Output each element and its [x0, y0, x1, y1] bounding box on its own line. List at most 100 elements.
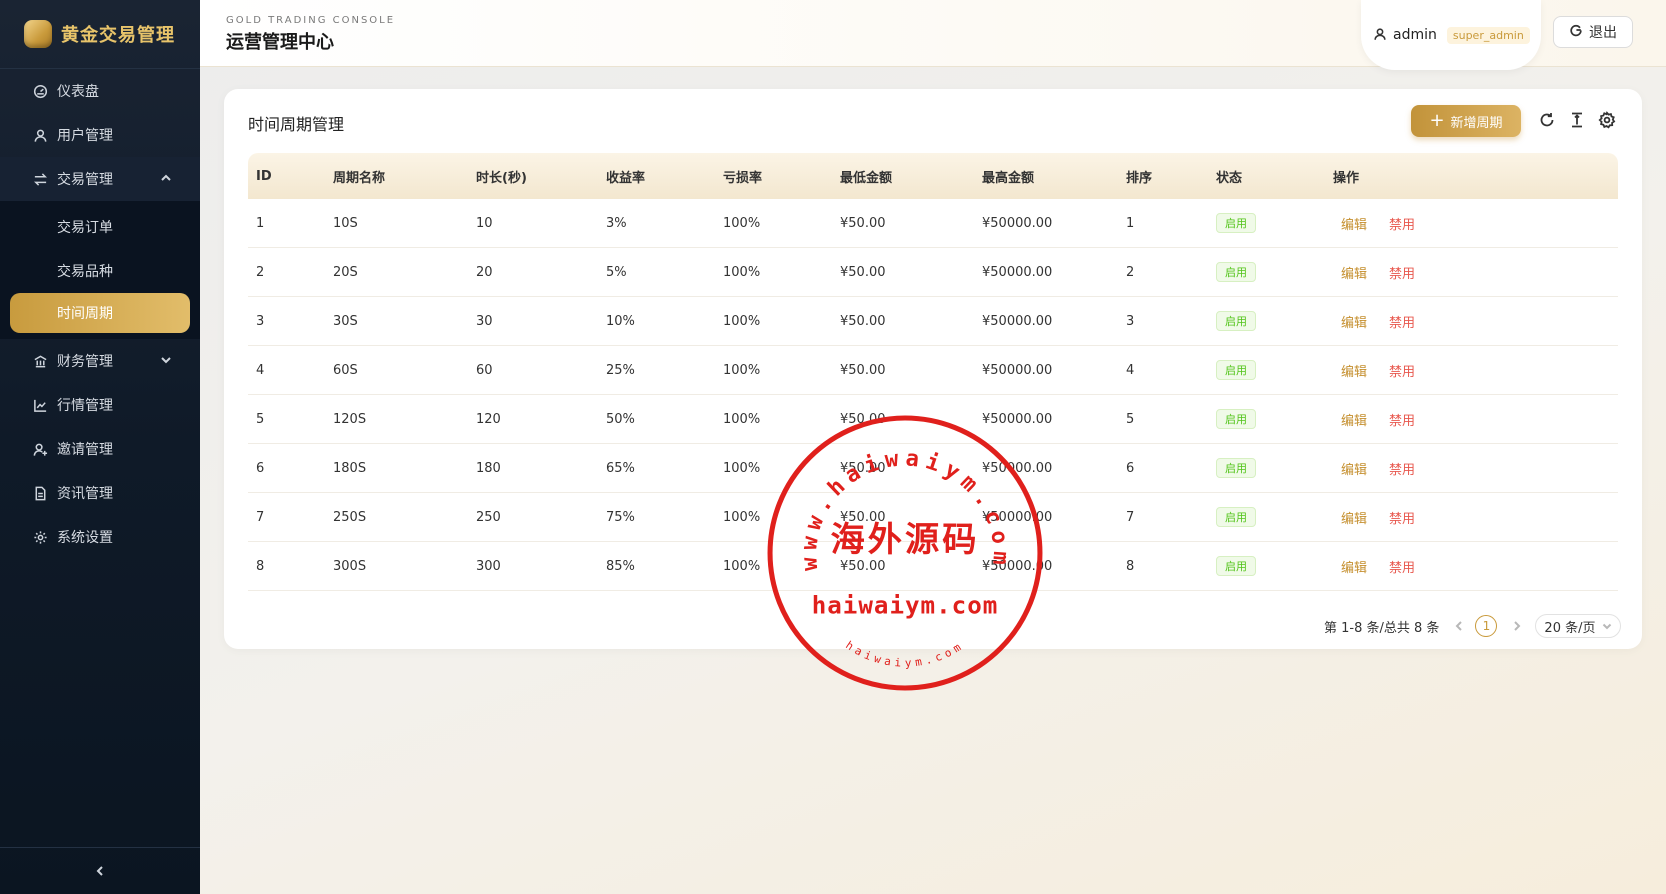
cell-max: ¥50000.00 — [974, 541, 1118, 591]
disable-link[interactable]: 禁用 — [1389, 316, 1415, 331]
cell-duration: 10 — [468, 199, 598, 248]
cell-loss: 100% — [715, 541, 832, 591]
invite-icon — [32, 441, 48, 457]
column-header-profit[interactable]: 收益率 — [598, 153, 715, 199]
cell-loss: 100% — [715, 394, 832, 444]
disable-link[interactable]: 禁用 — [1389, 414, 1415, 429]
cell-loss: 100% — [715, 443, 832, 493]
cell-min: ¥50.00 — [832, 443, 974, 493]
column-height-icon[interactable] — [1568, 111, 1586, 129]
collapse-sidebar-button[interactable] — [0, 847, 200, 894]
status-badge: 启用 — [1216, 556, 1256, 576]
disable-link[interactable]: 禁用 — [1389, 512, 1415, 527]
cell-status: 启用 — [1208, 345, 1325, 395]
table-row: 1 10S 10 3% 100% ¥50.00 ¥50000.00 1 启用 编辑 禁用 — [248, 199, 1618, 248]
sidebar-item-dashboard[interactable]: 仪表盘 — [0, 69, 200, 113]
role-badge: super_admin — [1446, 26, 1530, 44]
cell-loss: 100% — [715, 199, 832, 248]
cell-min: ¥50.00 — [832, 345, 974, 395]
sidebar-item-market[interactable]: 行情管理 — [0, 383, 200, 427]
sidebar-item-time-period[interactable]: 时间周期 — [10, 293, 190, 333]
table-row: 5 120S 120 50% 100% ¥50.00 ¥50000.00 5 启用 编辑 禁用 — [248, 394, 1618, 444]
sidebar-item-label: 仪表盘 — [57, 84, 99, 100]
cell-status: 启用 — [1208, 443, 1325, 493]
column-header-min[interactable]: 最低金额 — [832, 153, 974, 199]
cell-actions: 编辑 禁用 — [1325, 541, 1618, 591]
cell-name: 10S — [325, 199, 468, 248]
cell-profit: 5% — [598, 247, 715, 297]
table-row: 3 30S 30 10% 100% ¥50.00 ¥50000.00 3 启用 编辑 禁用 — [248, 296, 1618, 346]
disable-link[interactable]: 禁用 — [1389, 365, 1415, 380]
cell-name: 60S — [325, 345, 468, 395]
sidebar-menu-lower: 财务管理 行情管理 邀请管理 资讯管理 系统设置 — [0, 339, 200, 559]
logout-icon — [1569, 23, 1589, 41]
column-header-max[interactable]: 最高金额 — [974, 153, 1118, 199]
page-size-select[interactable]: 20 条/页 — [1535, 614, 1622, 638]
edit-link[interactable]: 编辑 — [1341, 414, 1367, 429]
page-number-current[interactable]: 1 — [1475, 615, 1498, 637]
column-header-loss[interactable]: 亏损率 — [715, 153, 832, 199]
cell-name: 120S — [325, 394, 468, 444]
disable-link[interactable]: 禁用 — [1389, 463, 1415, 478]
edit-link[interactable]: 编辑 — [1341, 267, 1367, 282]
logout-button[interactable]: 退出 — [1553, 16, 1633, 48]
edit-link[interactable]: 编辑 — [1341, 316, 1367, 331]
cell-sort: 5 — [1118, 394, 1208, 444]
cell-duration: 300 — [468, 541, 598, 591]
top-header: GOLD TRADING CONSOLE 运营管理中心 admin super_… — [200, 0, 1666, 70]
edit-link[interactable]: 编辑 — [1341, 561, 1367, 576]
sidebar-item-invite[interactable]: 邀请管理 — [0, 427, 200, 471]
refresh-icon[interactable] — [1538, 111, 1556, 129]
sidebar-item-trade-products[interactable]: 交易品种 — [0, 249, 200, 293]
disable-link[interactable]: 禁用 — [1389, 267, 1415, 282]
status-badge: 启用 — [1216, 507, 1256, 527]
column-header-status[interactable]: 状态 — [1208, 153, 1325, 199]
sidebar-item-trade[interactable]: 交易管理 — [0, 157, 200, 201]
settings-icon[interactable] — [1598, 111, 1616, 129]
cell-duration: 180 — [468, 443, 598, 493]
edit-link[interactable]: 编辑 — [1341, 365, 1367, 380]
cell-actions: 编辑 禁用 — [1325, 443, 1618, 493]
prev-page-icon[interactable] — [1453, 620, 1465, 632]
column-header-duration[interactable]: 时长(秒) — [468, 153, 598, 199]
cell-profit: 10% — [598, 296, 715, 346]
cell-name: 20S — [325, 247, 468, 297]
cell-duration: 30 — [468, 296, 598, 346]
sidebar-item-label: 邀请管理 — [57, 442, 113, 458]
user-name: admin — [1393, 27, 1437, 43]
disable-link[interactable]: 禁用 — [1389, 218, 1415, 233]
cell-sort: 4 — [1118, 345, 1208, 395]
chevron-up-icon — [160, 172, 172, 184]
bank-icon — [32, 353, 48, 369]
cell-profit: 3% — [598, 199, 715, 248]
table-row: 7 250S 250 75% 100% ¥50.00 ¥50000.00 7 启用 编辑 禁用 — [248, 492, 1618, 542]
line-chart-icon — [32, 397, 48, 413]
sidebar-item-trade-orders[interactable]: 交易订单 — [0, 205, 200, 249]
swap-icon — [32, 171, 48, 187]
user-menu[interactable]: admin super_admin — [1361, 0, 1541, 70]
cell-min: ¥50.00 — [832, 394, 974, 444]
add-period-button[interactable]: + 新增周期 — [1411, 105, 1521, 137]
next-page-icon[interactable] — [1511, 620, 1523, 632]
column-header-name[interactable]: 周期名称 — [325, 153, 468, 199]
sidebar-item-label: 用户管理 — [57, 128, 113, 144]
sidebar-item-news[interactable]: 资讯管理 — [0, 471, 200, 515]
cell-loss: 100% — [715, 247, 832, 297]
edit-link[interactable]: 编辑 — [1341, 512, 1367, 527]
disable-link[interactable]: 禁用 — [1389, 561, 1415, 576]
sidebar-menu: 仪表盘 用户管理 交易管理 — [0, 69, 200, 201]
column-header-sort[interactable]: 排序 — [1118, 153, 1208, 199]
sidebar-item-users[interactable]: 用户管理 — [0, 113, 200, 157]
sidebar-item-settings[interactable]: 系统设置 — [0, 515, 200, 559]
chevron-left-icon — [94, 862, 106, 881]
cell-sort: 2 — [1118, 247, 1208, 297]
sidebar-item-label: 交易管理 — [57, 172, 113, 188]
cell-id: 6 — [248, 443, 325, 493]
column-header-id[interactable]: ID — [248, 153, 325, 199]
time-period-card: 时间周期管理 + 新增周期 ID 周期名称 时长(秒) 收益率 亏损率 最低金额… — [224, 89, 1642, 649]
cell-id: 3 — [248, 296, 325, 346]
edit-link[interactable]: 编辑 — [1341, 463, 1367, 478]
pagination-summary: 第 1-8 条/总共 8 条 — [1324, 620, 1440, 636]
edit-link[interactable]: 编辑 — [1341, 218, 1367, 233]
sidebar-item-finance[interactable]: 财务管理 — [0, 339, 200, 383]
